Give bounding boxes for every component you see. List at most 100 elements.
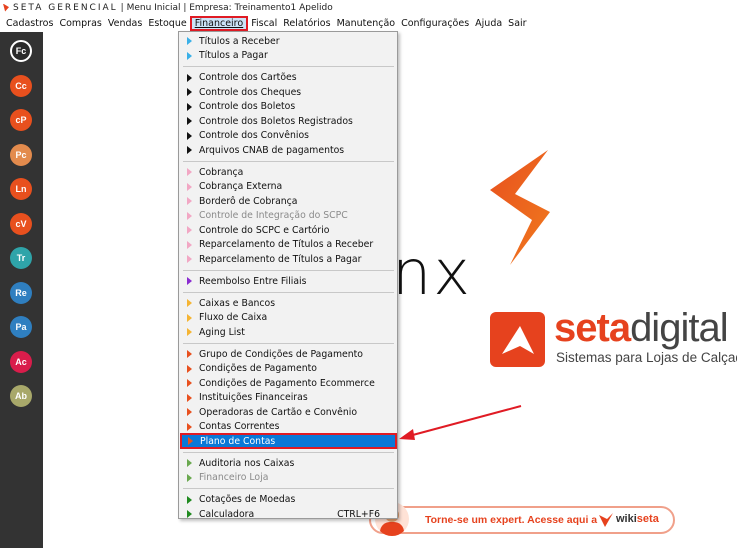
sidebar-shortcut-pc[interactable]: Pc bbox=[10, 143, 32, 166]
menu-arrow-icon bbox=[187, 393, 192, 402]
menu-item-label: Condições de Pagamento bbox=[199, 363, 317, 374]
menu-item-fluxo-de-caixa[interactable]: Fluxo de Caixa bbox=[181, 311, 396, 325]
title-context: | Menu Inicial | Empresa: Treinamento1 A… bbox=[120, 2, 333, 13]
menu-arrow-icon bbox=[187, 408, 192, 416]
menu-arrow-icon bbox=[187, 240, 192, 249]
menu-item-controle-dos-boletos[interactable]: Controle dos Boletos bbox=[181, 100, 396, 114]
menu-item-controle-dos-convenios[interactable]: Controle dos Convênios bbox=[181, 129, 396, 143]
menu-relatorios[interactable]: Relatórios bbox=[280, 16, 333, 31]
menu-separator bbox=[183, 66, 394, 67]
menu-item-label: Controle dos Convênios bbox=[199, 130, 309, 141]
sidebar-shortcut-re[interactable]: Re bbox=[10, 281, 32, 304]
menu-item-controle-de-integracao-do-scpc[interactable]: Controle de Integração do SCPC bbox=[181, 209, 396, 223]
menu-item-cobranca[interactable]: Cobrança bbox=[181, 165, 396, 179]
annotation-arrow-icon bbox=[399, 405, 522, 440]
menu-item-label: Controle dos Cartões bbox=[199, 72, 297, 83]
menu-item-caixas-e-bancos[interactable]: Caixas e Bancos bbox=[181, 296, 396, 310]
menu-item-label: Condições de Pagamento Ecommerce bbox=[199, 377, 375, 389]
menu-item-shortcut: CTRL+F6 bbox=[337, 508, 380, 520]
financeiro-dropdown-menu: Títulos a Receber Títulos a Pagar Controle… bbox=[178, 31, 398, 521]
menu-item-arquivos-cnab-de-pagamentos[interactable]: Arquivos CNAB de pagamentos bbox=[181, 143, 396, 157]
menu-arrow-icon bbox=[188, 437, 193, 445]
menu-item-operadoras-de-cartao-e-convenio[interactable]: Operadoras de Cartão e Convênio bbox=[181, 405, 396, 419]
menu-separator bbox=[183, 160, 394, 162]
menu-item-calculadora[interactable]: Calculadora CTRL+F6 bbox=[181, 507, 396, 521]
sidebar-shortcut-ln[interactable]: Ln bbox=[10, 178, 32, 200]
menu-arrow-icon bbox=[187, 422, 192, 431]
menu-separator bbox=[183, 342, 394, 344]
menu-item-plano-de-contas[interactable]: Plano de Contas bbox=[180, 433, 397, 449]
menu-item-label: Contas Correntes bbox=[199, 421, 280, 432]
sidebar-shortcut-ab[interactable]: Ab bbox=[10, 385, 32, 407]
menu-arrow-icon bbox=[187, 88, 192, 96]
menu-item-reparcelamento-de-titulos-a-receber[interactable]: Reparcelamento de Títulos a Receber bbox=[181, 238, 396, 252]
menu-item-controle-dos-cheques[interactable]: Controle dos Cheques bbox=[181, 85, 396, 99]
wiki-seta-banner[interactable]: Torne-se um expert. Acesse aqui a wikise… bbox=[369, 502, 675, 536]
menu-item-condicoes-de-pagamento-ecommerce[interactable]: Condições de Pagamento Ecommerce bbox=[181, 376, 396, 390]
menu-arrow-icon bbox=[187, 495, 192, 504]
menu-arrow-icon bbox=[187, 299, 192, 307]
menu-cadastros[interactable]: Cadastros bbox=[3, 16, 56, 31]
sidebar-shortcut-ac[interactable]: Ac bbox=[10, 350, 32, 373]
menu-fiscal[interactable]: Fiscal bbox=[248, 16, 280, 31]
menu-arrow-icon bbox=[187, 182, 192, 191]
quick-access-sidebar: Fc Cc cP Pc Ln cV Tr Re Pa Ac Ab bbox=[0, 32, 43, 548]
menu-vendas[interactable]: Vendas bbox=[105, 16, 145, 31]
menu-sair[interactable]: Sair bbox=[505, 16, 529, 31]
menu-arrow-icon bbox=[187, 510, 192, 518]
menu-ajuda[interactable]: Ajuda bbox=[472, 16, 505, 31]
menu-compras[interactable]: Compras bbox=[56, 16, 104, 31]
sidebar-shortcut-cp[interactable]: cP bbox=[10, 109, 32, 131]
menu-item-label: Controle dos Boletos Registrados bbox=[199, 115, 353, 127]
menu-item-controle-dos-boletos-registrados[interactable]: Controle dos Boletos Registrados bbox=[181, 114, 396, 128]
sidebar-shortcut-fc[interactable]: Fc bbox=[10, 40, 32, 62]
brand-name: setadigital bbox=[554, 306, 729, 350]
menu-item-grupo-de-condicoes-de-pagamento[interactable]: Grupo de Condições de Pagamento bbox=[181, 347, 396, 361]
menu-item-label: Controle dos Boletos bbox=[199, 101, 296, 112]
menu-item-cobranca-externa[interactable]: Cobrança Externa bbox=[181, 180, 396, 194]
menu-item-label: Controle de Integração do SCPC bbox=[199, 210, 348, 221]
seta-digital-logo: setadigital Sistemas para Lojas de Calça… bbox=[490, 306, 737, 376]
menu-financeiro[interactable]: Financeiro bbox=[189, 16, 249, 31]
menu-item-label: Controle dos Cheques bbox=[199, 86, 302, 98]
menu-item-contas-correntes[interactable]: Contas Correntes bbox=[181, 420, 396, 434]
menu-item-controle-do-scpc-e-cartorio[interactable]: Controle do SCPC e Cartório bbox=[181, 223, 396, 237]
menu-arrow-icon bbox=[187, 255, 192, 263]
menu-separator bbox=[183, 488, 394, 489]
menu-item-label: Calculadora bbox=[199, 508, 255, 520]
menu-manutencao[interactable]: Manutenção bbox=[334, 16, 399, 31]
sidebar-shortcut-cc[interactable]: Cc bbox=[10, 74, 32, 97]
seta-logo-icon bbox=[2, 4, 10, 12]
menu-item-label: Plano de Contas bbox=[200, 435, 276, 447]
menu-item-reembolso-entre-filiais[interactable]: Reembolso Entre Filiais bbox=[181, 274, 396, 288]
menu-item-auditoria-nos-caixas[interactable]: Auditoria nos Caixas bbox=[181, 456, 396, 470]
brand-digital: digital bbox=[630, 306, 729, 350]
sidebar-shortcut-pa[interactable]: Pa bbox=[10, 316, 32, 338]
sidebar-shortcut-cv[interactable]: cV bbox=[10, 212, 32, 235]
menu-arrow-icon bbox=[187, 277, 192, 285]
sidebar-shortcut-tr[interactable]: Tr bbox=[10, 247, 32, 269]
menu-item-condicoes-de-pagamento[interactable]: Condições de Pagamento bbox=[181, 362, 396, 376]
menu-item-label: Títulos a Receber bbox=[199, 35, 280, 47]
menu-arrow-icon bbox=[187, 131, 192, 140]
menu-arrow-icon bbox=[187, 102, 192, 111]
menu-item-instituicoes-financeiras[interactable]: Instituições Financeiras bbox=[181, 391, 396, 405]
menu-arrow-icon bbox=[187, 379, 192, 387]
menu-item-financeiro-loja[interactable]: Financeiro Loja bbox=[181, 471, 396, 485]
menu-configuracoes[interactable]: Configurações bbox=[398, 16, 472, 31]
menu-item-cotacoes-de-moedas[interactable]: Cotações de Moedas bbox=[181, 493, 396, 507]
wiki-brand-prefix: wiki bbox=[616, 513, 637, 525]
title-brand: SETA GERENCIAL bbox=[13, 2, 118, 13]
menu-item-controle-dos-cartoes[interactable]: Controle dos Cartões bbox=[181, 71, 396, 85]
menu-estoque[interactable]: Estoque bbox=[145, 16, 189, 31]
menu-item-label: Financeiro Loja bbox=[199, 472, 269, 483]
menu-bar: Cadastros Compras Vendas Estoque Financeiro F… bbox=[0, 15, 737, 32]
menu-item-titulos-a-pagar[interactable]: Títulos a Pagar bbox=[181, 49, 396, 63]
menu-item-reparcelamento-de-titulos-a-pagar[interactable]: Reparcelamento de Títulos a Pagar bbox=[181, 252, 396, 266]
menu-separator bbox=[183, 451, 394, 453]
menu-item-aging-list[interactable]: Aging List bbox=[181, 325, 396, 339]
menu-item-titulos-a-receber[interactable]: Títulos a Receber bbox=[181, 34, 396, 48]
menu-item-bordero-de-cobranca[interactable]: Borderô de Cobrança bbox=[181, 194, 396, 208]
menu-item-label: Aging List bbox=[199, 326, 245, 338]
wiki-seta-icon bbox=[599, 513, 613, 527]
